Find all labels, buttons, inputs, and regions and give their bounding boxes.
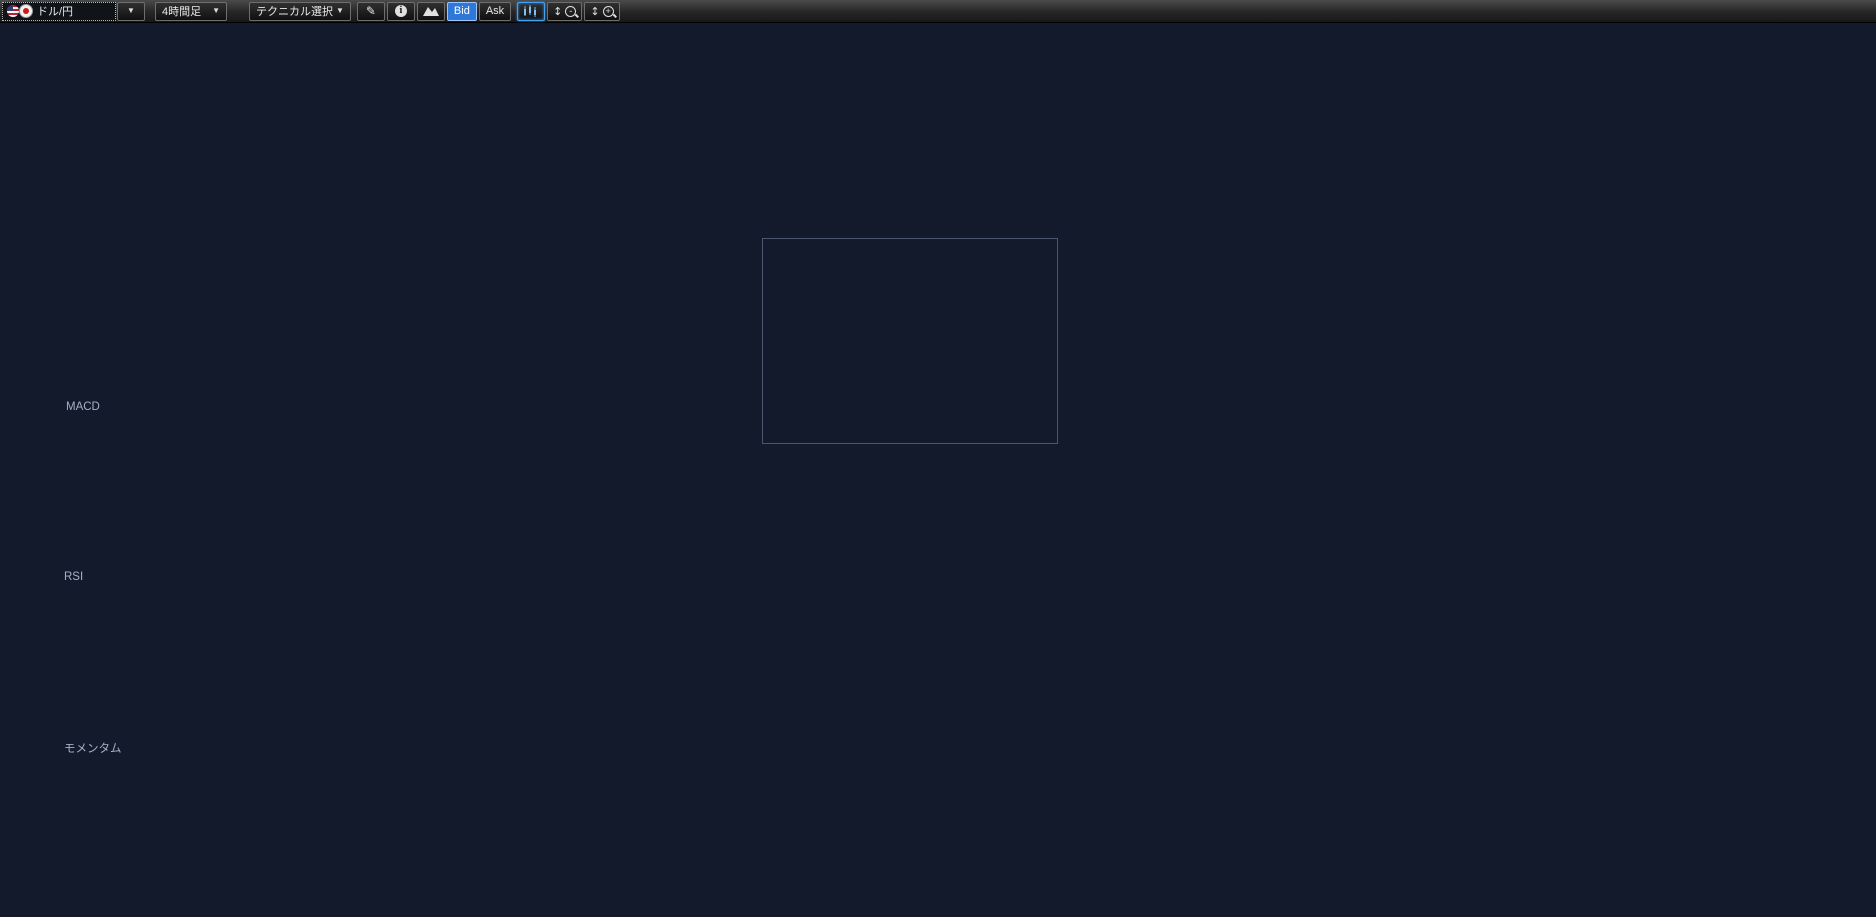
candlestick-zoom-icon <box>523 5 539 17</box>
japan-flag-icon <box>19 4 33 18</box>
chart-canvas[interactable] <box>0 0 1876 917</box>
chart-style-button[interactable] <box>417 2 445 21</box>
currency-pair-dropdown-button[interactable]: ▼ <box>117 2 145 21</box>
magnifier-plus-icon: + <box>603 6 614 17</box>
us-flag-icon <box>7 5 19 17</box>
technical-select-label: テクニカル選択 <box>256 3 333 19</box>
trading-app: ドル/円 ▼ 4時間足 ▼ テクニカル選択 ▼ ✎ Bid <box>0 0 1876 917</box>
vertical-zoom-in-button[interactable]: ↕ + <box>584 2 619 21</box>
updown-arrow-icon: ↕ <box>553 5 562 18</box>
technical-select-button[interactable]: テクニカル選択 ▼ <box>249 2 351 21</box>
candle-magnifier-button[interactable] <box>517 2 545 21</box>
timeframe-label: 4時間足 <box>162 3 201 19</box>
mountain-chart-icon <box>423 5 439 17</box>
draw-tool-button[interactable]: ✎ <box>357 2 385 21</box>
timeframe-selector[interactable]: 4時間足 ▼ <box>155 2 227 21</box>
currency-pair-selector[interactable]: ドル/円 <box>2 2 116 21</box>
bid-button[interactable]: Bid <box>447 2 477 21</box>
bid-label: Bid <box>454 5 470 17</box>
ask-button[interactable]: Ask <box>479 2 511 21</box>
chevron-down-icon: ▼ <box>127 7 135 15</box>
currency-pair-label: ドル/円 <box>37 3 73 19</box>
info-button[interactable] <box>387 2 415 21</box>
info-icon <box>395 5 407 17</box>
ask-label: Ask <box>486 5 504 17</box>
pencil-icon: ✎ <box>366 4 376 18</box>
magnifier-minus-icon: - <box>565 6 576 17</box>
updown-arrow-icon: ↕ <box>590 5 599 18</box>
chevron-down-icon: ▼ <box>336 7 344 15</box>
chevron-down-icon: ▼ <box>212 7 220 15</box>
vertical-zoom-out-button[interactable]: ↕ - <box>547 2 582 21</box>
toolbar: ドル/円 ▼ 4時間足 ▼ テクニカル選択 ▼ ✎ Bid <box>0 0 1876 23</box>
